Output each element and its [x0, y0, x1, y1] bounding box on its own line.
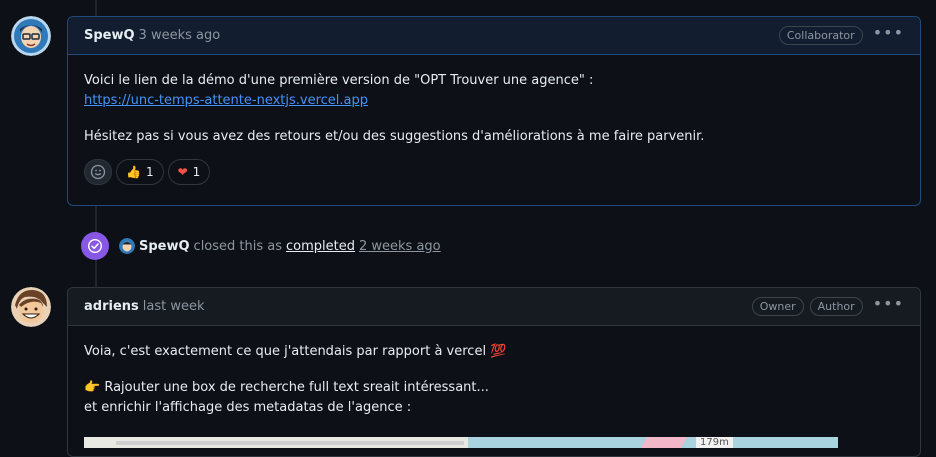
- author-badge: Author: [809, 297, 863, 316]
- avatar-spewq[interactable]: [11, 16, 51, 56]
- thumbs-up-reaction[interactable]: 👍 1: [116, 159, 164, 185]
- timeline-event-closed: SpewQ closed this as completed 2 weeks a…: [81, 232, 441, 260]
- comment-card: adriens last week Owner Author ••• Voia,…: [67, 287, 921, 457]
- avatar-adriens[interactable]: [11, 287, 51, 327]
- add-reaction-button[interactable]: [84, 159, 112, 185]
- comment-header: SpewQ 3 weeks ago Collaborator •••: [68, 17, 920, 55]
- smiley-icon: [90, 164, 106, 180]
- event-state-link[interactable]: completed: [286, 239, 355, 254]
- comment-card: SpewQ 3 weeks ago Collaborator ••• Voici…: [67, 16, 921, 206]
- issue-closed-icon: [81, 232, 109, 260]
- comment-body: Voia, c'est exactement ce que j'attendai…: [68, 326, 920, 450]
- reactions-bar: 👍 1 ❤ 1: [84, 159, 904, 185]
- comment-timestamp[interactable]: 3 weeks ago: [139, 28, 221, 43]
- reaction-count: 1: [145, 165, 154, 179]
- comment-text: Voici le lien de la démo d'une première …: [84, 73, 594, 88]
- hundred-points-icon: 💯: [490, 344, 507, 359]
- comment-text: Rajouter une box de recherche full text …: [104, 380, 489, 395]
- heart-icon: ❤: [177, 165, 188, 179]
- comment-text: et enrichir l'affichage des metadatas de…: [84, 400, 412, 415]
- map-scale-label: 179m: [696, 437, 733, 448]
- heart-reaction[interactable]: ❤ 1: [167, 159, 211, 185]
- reaction-count: 1: [192, 165, 201, 179]
- comment-text: Voia, c'est exactement ce que j'attendai…: [84, 344, 487, 359]
- thumbs-up-icon: 👍: [126, 165, 141, 179]
- comment-header: adriens last week Owner Author •••: [68, 288, 920, 326]
- more-options-icon[interactable]: •••: [873, 24, 904, 44]
- comment-body: Voici le lien de la démo d'une première …: [68, 55, 920, 201]
- pointing-right-icon: 👉: [84, 380, 101, 395]
- comment-author[interactable]: SpewQ: [84, 28, 135, 43]
- map-screenshot-image: 179m: [84, 437, 838, 448]
- comment-author[interactable]: adriens: [84, 299, 139, 314]
- comment-text: Hésitez pas si vous avez des retours et/…: [84, 129, 705, 144]
- comment-timestamp[interactable]: last week: [143, 299, 205, 314]
- demo-link[interactable]: https://unc-temps-attente-nextjs.vercel.…: [84, 93, 368, 108]
- more-options-icon[interactable]: •••: [873, 295, 904, 315]
- event-timestamp[interactable]: 2 weeks ago: [359, 239, 441, 254]
- owner-badge: Owner: [751, 297, 804, 316]
- avatar-small[interactable]: [119, 238, 135, 254]
- event-actor[interactable]: SpewQ: [139, 239, 190, 254]
- collaborator-badge: Collaborator: [778, 26, 863, 45]
- event-action: closed this as: [193, 238, 283, 254]
